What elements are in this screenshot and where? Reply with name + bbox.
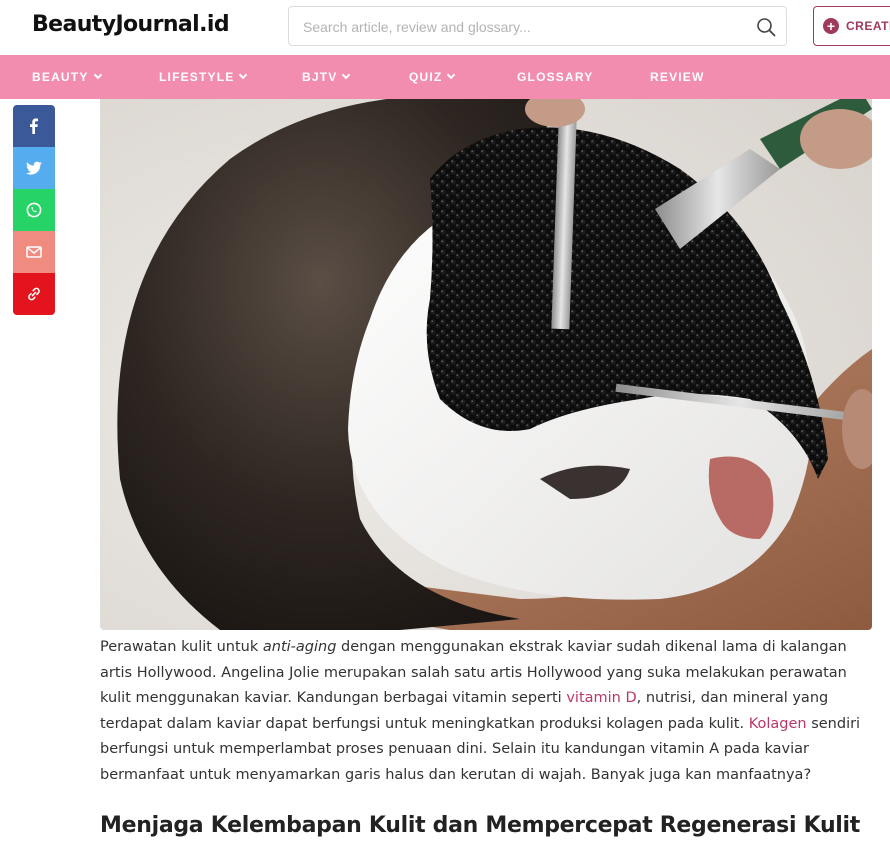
nav-item-review[interactable]: REVIEW bbox=[650, 55, 705, 99]
nav-item-glossary[interactable]: GLOSSARY bbox=[517, 55, 594, 99]
share-facebook-button[interactable] bbox=[13, 105, 55, 147]
share-twitter-button[interactable] bbox=[13, 147, 55, 189]
article-hero-image bbox=[100, 99, 872, 630]
link-icon bbox=[28, 287, 40, 301]
link-vitamin-d[interactable]: vitamin D bbox=[566, 690, 636, 706]
nav-item-bjtv[interactable]: BJTV bbox=[302, 55, 351, 99]
chevron-down-icon bbox=[239, 70, 248, 80]
chevron-down-icon bbox=[447, 70, 456, 80]
whatsapp-icon bbox=[26, 202, 42, 218]
nav-item-beauty[interactable]: BEAUTY bbox=[32, 55, 102, 99]
chevron-down-icon bbox=[342, 70, 351, 80]
email-icon bbox=[26, 246, 42, 258]
emphasis-anti-aging: anti-aging bbox=[262, 639, 337, 655]
section-heading: Menjaga Kelembapan Kulit dan Mempercepat… bbox=[100, 813, 861, 838]
site-header: BeautyJournal.id + CREATE bbox=[0, 0, 890, 55]
article-paragraph: Perawatan kulit untuk anti-aging dengan … bbox=[100, 639, 861, 783]
facebook-icon bbox=[30, 118, 38, 134]
search-box[interactable] bbox=[288, 6, 787, 46]
nav-item-quiz[interactable]: QUIZ bbox=[409, 55, 456, 99]
main-nav: BEAUTY LIFESTYLE BJTV QUIZ GLOSSARY REVI… bbox=[0, 55, 890, 99]
search-icon[interactable] bbox=[756, 17, 776, 37]
search-input[interactable] bbox=[303, 16, 743, 38]
chevron-down-icon bbox=[93, 70, 102, 80]
share-copy-link-button[interactable] bbox=[13, 273, 55, 315]
create-button-label: CREATE bbox=[846, 19, 890, 33]
share-email-button[interactable] bbox=[13, 231, 55, 273]
plus-circle-icon: + bbox=[823, 18, 839, 34]
twitter-icon bbox=[26, 161, 42, 175]
share-whatsapp-button[interactable] bbox=[13, 189, 55, 231]
nav-item-lifestyle[interactable]: LIFESTYLE bbox=[159, 55, 248, 99]
link-kolagen[interactable]: Kolagen bbox=[749, 716, 807, 732]
create-button[interactable]: + CREATE bbox=[813, 6, 890, 46]
site-logo[interactable]: BeautyJournal.id bbox=[32, 12, 230, 37]
